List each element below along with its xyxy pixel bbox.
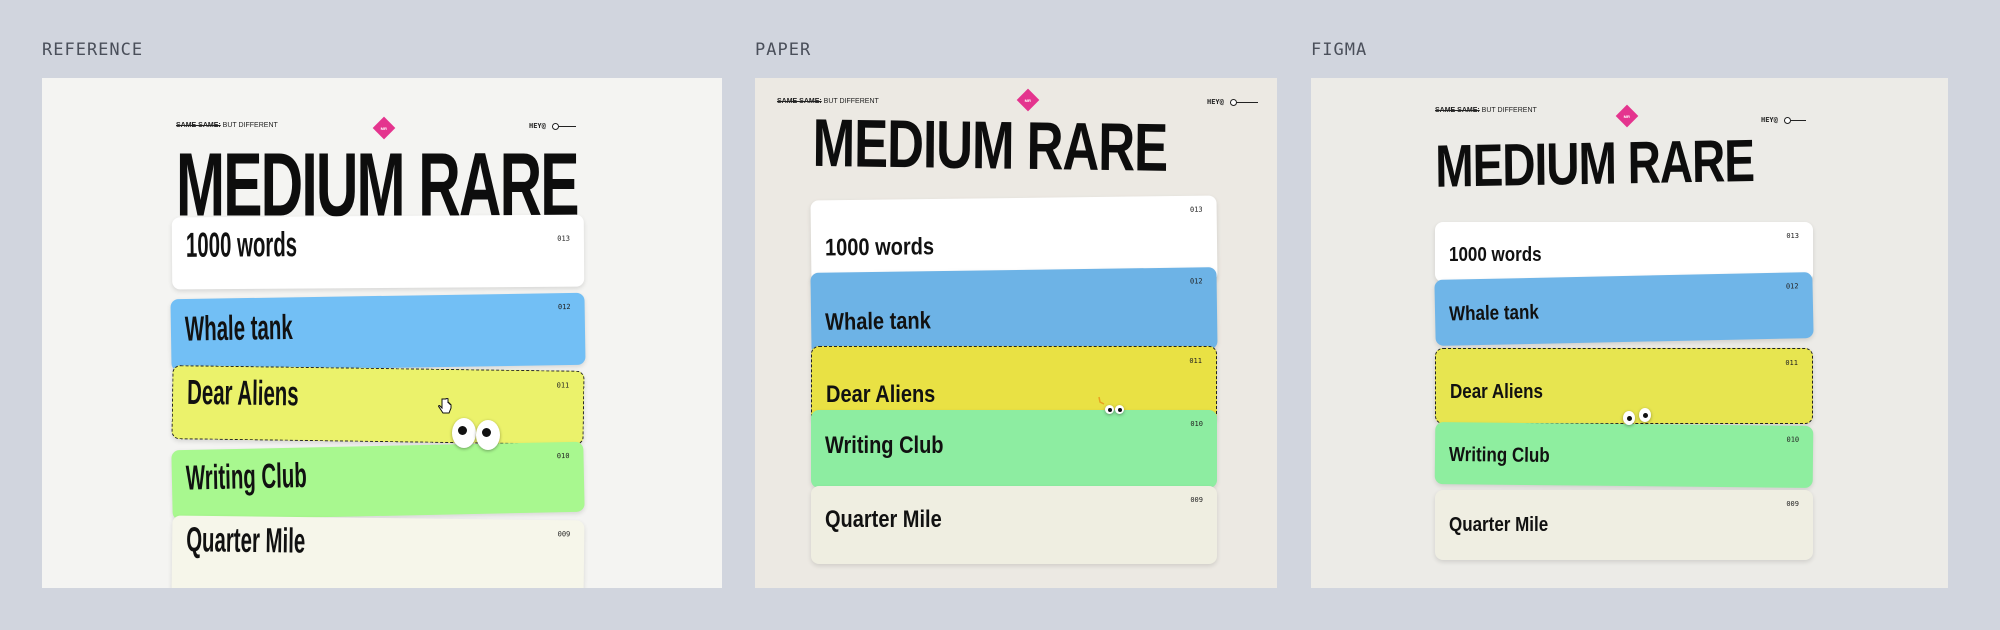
- card-label: Dear Aliens: [186, 373, 299, 415]
- site-tagline: SAME SAME: BUT DIFFERENT: [777, 98, 879, 105]
- card-number: 010: [1786, 435, 1800, 444]
- card-number: 012: [1785, 282, 1799, 291]
- card-label: 1000 words: [1449, 242, 1542, 266]
- card-quarter-mile[interactable]: Quarter Mile 009: [811, 486, 1217, 564]
- card-label: 1000 words: [824, 233, 935, 262]
- contact-link[interactable]: HEY@: [529, 122, 576, 130]
- logo-text: MR: [1623, 113, 1631, 119]
- card-label: Writing Club: [1448, 442, 1550, 467]
- tagline-strike: SAME SAME:: [176, 122, 221, 129]
- diamond-logo-icon[interactable]: MR: [1016, 88, 1040, 112]
- card-number: 010: [1190, 420, 1203, 428]
- tagline-rest: BUT DIFFERENT: [1479, 107, 1537, 114]
- card-label: Dear Aliens: [1450, 379, 1543, 403]
- card-whale-tank[interactable]: Whale tank 012: [170, 292, 586, 372]
- figma-label: FIGMA: [1311, 40, 1368, 60]
- card-number: 009: [1786, 500, 1799, 508]
- card-whale-tank[interactable]: Whale tank 012: [810, 267, 1218, 355]
- card-number: 011: [1189, 357, 1202, 365]
- page-title: MEDIUM RARE: [1434, 126, 1755, 200]
- toggle-icon[interactable]: [551, 122, 576, 130]
- card-label: Whale tank: [824, 307, 931, 336]
- googly-eyes-icon: [1623, 411, 1635, 425]
- card-label: Quarter Mile: [825, 506, 942, 534]
- contact-text: HEY@: [1207, 98, 1224, 106]
- tagline-strike: SAME SAME:: [777, 98, 822, 105]
- hand-cursor-icon: [1098, 396, 1105, 405]
- card-number: 010: [556, 451, 570, 461]
- site-tagline: SAME SAME: BUT DIFFERENT: [176, 122, 278, 129]
- card-number: 011: [556, 381, 570, 390]
- card-label: Dear Aliens: [826, 381, 936, 409]
- tagline-strike: SAME SAME:: [1435, 107, 1480, 114]
- tagline-rest: BUT DIFFERENT: [821, 98, 879, 105]
- tagline-rest: BUT DIFFERENT: [220, 122, 278, 129]
- card-number: 012: [557, 302, 571, 312]
- reference-label: REFERENCE: [42, 40, 144, 60]
- card-whale-tank[interactable]: Whale tank 012: [1434, 272, 1814, 346]
- googly-eyes-icon: [476, 420, 500, 450]
- card-quarter-mile[interactable]: Quarter Mile 009: [171, 515, 585, 588]
- hand-cursor-icon: [438, 398, 452, 414]
- contact-text: HEY@: [529, 122, 546, 130]
- site-tagline: SAME SAME: BUT DIFFERENT: [1435, 107, 1537, 114]
- card-writing-club[interactable]: Writing Club 010: [811, 410, 1217, 488]
- googly-eyes-icon: [1105, 405, 1114, 414]
- card-number: 013: [557, 234, 570, 243]
- figma-panel: SAME SAME: BUT DIFFERENT MR HEY@ MEDIUM …: [1311, 78, 1948, 588]
- card-writing-club[interactable]: Writing Club 010: [171, 441, 585, 521]
- toggle-icon[interactable]: [1783, 116, 1806, 124]
- logo-text: MR: [380, 125, 388, 131]
- card-label: 1000 words: [185, 225, 298, 266]
- card-quarter-mile[interactable]: Quarter Mile 009: [1435, 490, 1813, 560]
- card-1000-words[interactable]: 1000 words 013: [171, 214, 585, 290]
- contact-text: HEY@: [1761, 116, 1778, 124]
- card-dear-aliens[interactable]: Dear Aliens 011: [171, 365, 585, 445]
- card-label: Writing Club: [185, 456, 308, 499]
- googly-eyes-icon: [452, 418, 476, 448]
- card-label: Whale tank: [1448, 300, 1540, 326]
- card-label: Writing Club: [825, 432, 944, 460]
- toggle-icon[interactable]: [1229, 98, 1258, 106]
- card-number: 011: [1785, 359, 1798, 367]
- googly-eyes-icon: [1115, 405, 1124, 414]
- card-number: 013: [1786, 232, 1799, 240]
- card-label: Quarter Mile: [185, 520, 306, 562]
- logo-text: MR: [1024, 97, 1032, 103]
- googly-eyes-icon: [1639, 408, 1651, 422]
- card-number: 009: [1190, 496, 1203, 504]
- reference-panel: SAME SAME: BUT DIFFERENT MR HEY@ MEDIUM …: [42, 78, 722, 588]
- card-label: Whale tank: [184, 308, 293, 350]
- contact-link[interactable]: HEY@: [1207, 98, 1258, 106]
- paper-panel: SAME SAME: BUT DIFFERENT MR HEY@ MEDIUM …: [755, 78, 1277, 588]
- paper-label: PAPER: [755, 40, 812, 60]
- diamond-logo-icon[interactable]: MR: [1615, 104, 1639, 128]
- page-title: MEDIUM RARE: [812, 106, 1168, 187]
- card-number: 013: [1189, 205, 1203, 214]
- card-label: Quarter Mile: [1449, 512, 1549, 536]
- card-writing-club[interactable]: Writing Club 010: [1434, 422, 1814, 488]
- card-number: 009: [557, 530, 571, 539]
- contact-link[interactable]: HEY@: [1761, 116, 1806, 124]
- card-number: 012: [1189, 277, 1203, 286]
